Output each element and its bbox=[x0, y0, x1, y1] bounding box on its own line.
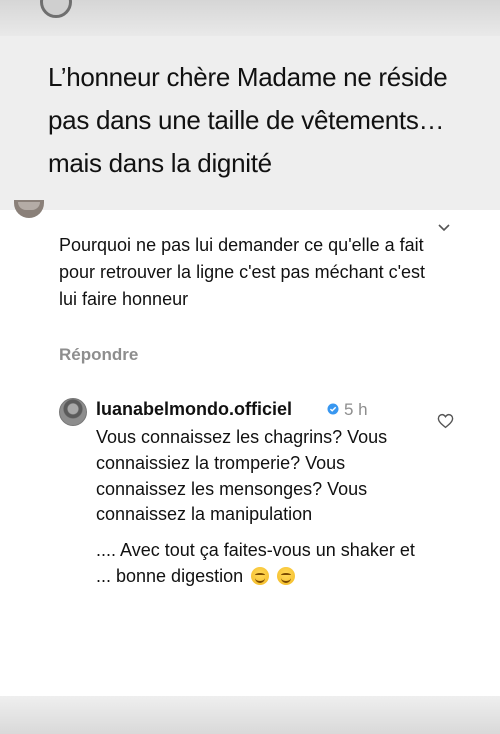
reply-paragraph: .... Avec tout ça faites-vous un shaker … bbox=[96, 538, 426, 590]
story-quote-text: L’honneur chère Madame ne réside pas dan… bbox=[48, 62, 448, 178]
comment-text: Pourquoi ne pas lui demander ce qu'elle … bbox=[59, 235, 426, 309]
commenter-avatar[interactable] bbox=[14, 200, 44, 218]
verified-badge-icon bbox=[327, 403, 339, 415]
reply-username[interactable]: luanabelmondo.officiel bbox=[96, 399, 292, 420]
avatar[interactable] bbox=[59, 398, 87, 426]
smiling-face-emoji-icon bbox=[251, 566, 270, 585]
bottom-strip bbox=[0, 696, 500, 734]
reply-button[interactable]: Répondre bbox=[59, 345, 138, 365]
chevron-down-icon[interactable] bbox=[438, 224, 450, 232]
top-strip bbox=[0, 0, 500, 36]
story-quote-panel: L’honneur chère Madame ne réside pas dan… bbox=[0, 36, 500, 210]
heart-icon[interactable] bbox=[437, 413, 454, 429]
reply-paragraph: Vous connaissez les chagrins? Vous conna… bbox=[96, 427, 388, 525]
reply-body: Vous connaissez les chagrins? Vous conna… bbox=[96, 425, 426, 590]
smiling-face-emoji-icon bbox=[277, 566, 296, 585]
avatar bbox=[40, 0, 72, 18]
reply-timestamp: 5 h bbox=[344, 400, 368, 419]
comment-card: Pourquoi ne pas lui demander ce qu'elle … bbox=[0, 200, 500, 696]
